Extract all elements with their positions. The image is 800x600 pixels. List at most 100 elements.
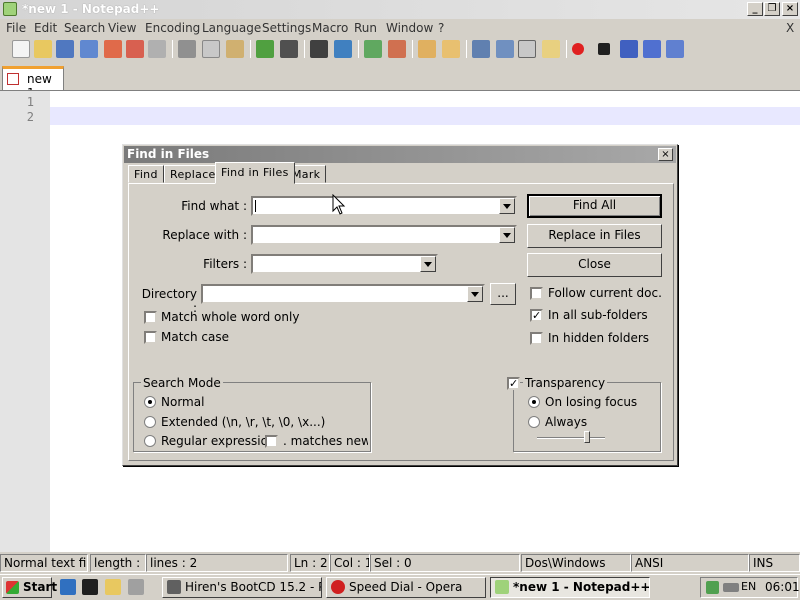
menu-window[interactable]: Window bbox=[386, 21, 433, 35]
language-indicator[interactable]: EN bbox=[741, 580, 756, 593]
find-in-files-dialog: Find in Files × Find Replace Find in Fil… bbox=[122, 144, 678, 466]
always-radio[interactable] bbox=[528, 416, 540, 428]
replace-with-label: Replace with : bbox=[162, 228, 247, 242]
follow-current-doc-checkbox[interactable] bbox=[530, 287, 543, 300]
start-button[interactable]: Start bbox=[2, 577, 57, 598]
save-macro-icon[interactable] bbox=[666, 40, 684, 58]
menu-language[interactable]: Language bbox=[202, 21, 261, 35]
regex-radio[interactable] bbox=[144, 435, 156, 447]
replace-with-combobox[interactable] bbox=[251, 225, 517, 245]
notepadpp-icon bbox=[3, 2, 17, 16]
cut-icon[interactable] bbox=[178, 40, 196, 58]
tab-find-in-files[interactable]: Find in Files bbox=[215, 162, 295, 184]
menu-view[interactable]: View bbox=[108, 21, 136, 35]
close-dialog-button[interactable]: Close bbox=[527, 253, 662, 277]
drive-icon[interactable] bbox=[723, 583, 739, 592]
menu-help[interactable]: ? bbox=[438, 21, 444, 35]
chevron-down-icon[interactable] bbox=[420, 256, 436, 272]
new-file-icon[interactable] bbox=[12, 40, 30, 58]
in-hidden-folders-checkbox[interactable] bbox=[530, 332, 543, 345]
save-icon[interactable] bbox=[56, 40, 74, 58]
word-wrap-icon[interactable] bbox=[472, 40, 490, 58]
match-case-checkbox[interactable] bbox=[144, 331, 157, 344]
transparency-checkbox[interactable]: ✓ bbox=[507, 377, 520, 390]
line-number-gutter: 1 2 bbox=[0, 91, 50, 552]
find-icon[interactable] bbox=[310, 40, 328, 58]
open-file-icon[interactable] bbox=[34, 40, 52, 58]
directory-combobox[interactable] bbox=[201, 284, 485, 304]
extended-label: Extended (\n, \r, \t, \0, \x...) bbox=[161, 415, 326, 429]
maximize-button[interactable]: ❐ bbox=[764, 2, 780, 16]
command-prompt-icon[interactable] bbox=[82, 579, 98, 595]
in-all-subfolders-checkbox[interactable]: ✓ bbox=[530, 309, 543, 322]
replace-icon[interactable] bbox=[334, 40, 352, 58]
window-title: *new 1 - Notepad++ bbox=[22, 2, 160, 16]
indent-guide-icon[interactable] bbox=[518, 40, 536, 58]
line-number: 2 bbox=[26, 110, 34, 124]
chevron-down-icon[interactable] bbox=[467, 286, 483, 302]
ie-icon[interactable] bbox=[60, 579, 76, 595]
zoom-out-icon[interactable] bbox=[388, 40, 406, 58]
menu-file[interactable]: File bbox=[6, 21, 26, 35]
match-whole-word-checkbox[interactable] bbox=[144, 311, 157, 324]
on-losing-focus-radio[interactable] bbox=[528, 396, 540, 408]
tab-replace[interactable]: Replace bbox=[164, 165, 222, 183]
doc-close-icon[interactable]: X bbox=[786, 21, 794, 35]
transparency-slider[interactable] bbox=[537, 437, 605, 439]
dot-matches-newline-checkbox[interactable] bbox=[265, 435, 278, 448]
tab-find[interactable]: Find bbox=[128, 165, 164, 183]
filters-combobox[interactable] bbox=[251, 254, 438, 274]
network-icon[interactable] bbox=[706, 581, 719, 594]
system-tray: EN 06:01 bbox=[700, 577, 800, 598]
in-hidden-folders-label: In hidden folders bbox=[548, 331, 650, 345]
menu-macro[interactable]: Macro bbox=[312, 21, 348, 35]
show-desktop-icon[interactable] bbox=[128, 579, 144, 595]
menu-search[interactable]: Search bbox=[64, 21, 105, 35]
find-what-combobox[interactable] bbox=[251, 196, 517, 216]
show-all-chars-icon[interactable] bbox=[496, 40, 514, 58]
sync-vertical-icon[interactable] bbox=[418, 40, 436, 58]
dialog-close-icon[interactable]: × bbox=[658, 148, 673, 161]
status-eol: Dos\Windows bbox=[521, 554, 631, 572]
record-macro-icon[interactable] bbox=[572, 43, 584, 55]
close-all-icon[interactable] bbox=[126, 40, 144, 58]
zoom-in-icon[interactable] bbox=[364, 40, 382, 58]
dialog-title-bar: Find in Files × bbox=[124, 146, 676, 163]
dialog-title: Find in Files bbox=[127, 147, 210, 161]
minimize-button[interactable]: _ bbox=[747, 2, 763, 16]
save-all-icon[interactable] bbox=[80, 40, 98, 58]
taskbar-item-notepadpp[interactable]: *new 1 - Notepad++ bbox=[490, 577, 650, 598]
menu-settings[interactable]: Settings bbox=[262, 21, 311, 35]
extended-radio[interactable] bbox=[144, 416, 156, 428]
undo-icon[interactable] bbox=[256, 40, 274, 58]
paste-icon[interactable] bbox=[226, 40, 244, 58]
tab-bar bbox=[0, 62, 800, 90]
menu-encoding[interactable]: Encoding bbox=[145, 21, 200, 35]
copy-icon[interactable] bbox=[202, 40, 220, 58]
taskbar-item-opera[interactable]: Speed Dial - Opera bbox=[326, 577, 486, 598]
transparency-slider-thumb[interactable] bbox=[583, 431, 590, 443]
print-icon[interactable] bbox=[148, 40, 166, 58]
chevron-down-icon[interactable] bbox=[499, 198, 515, 214]
close-file-icon[interactable] bbox=[104, 40, 122, 58]
play-macro-icon[interactable] bbox=[620, 40, 638, 58]
sync-horizontal-icon[interactable] bbox=[442, 40, 460, 58]
browse-directory-button[interactable]: ... bbox=[490, 283, 516, 305]
run-macro-multiple-icon[interactable] bbox=[643, 40, 661, 58]
close-button[interactable]: × bbox=[782, 2, 798, 16]
menu-run[interactable]: Run bbox=[354, 21, 377, 35]
normal-radio[interactable] bbox=[144, 396, 156, 408]
taskbar-item-hirens[interactable]: Hiren's BootCD 15.2 - Pro... bbox=[162, 577, 322, 598]
menu-edit[interactable]: Edit bbox=[34, 21, 57, 35]
user-lang-icon[interactable] bbox=[542, 40, 560, 58]
transparency-label: Transparency bbox=[523, 376, 608, 390]
redo-icon[interactable] bbox=[280, 40, 298, 58]
find-all-button[interactable]: Find All bbox=[527, 194, 662, 218]
menu-bar: File Edit Search View Encoding Language … bbox=[0, 19, 800, 37]
replace-in-files-button[interactable]: Replace in Files bbox=[527, 224, 662, 248]
match-whole-word-label: Match whole word only bbox=[161, 310, 300, 324]
explorer-folder-icon[interactable] bbox=[105, 579, 121, 595]
chevron-down-icon[interactable] bbox=[499, 227, 515, 243]
stop-macro-icon[interactable] bbox=[598, 43, 610, 55]
tab-new-1[interactable]: new 1 bbox=[2, 66, 64, 100]
